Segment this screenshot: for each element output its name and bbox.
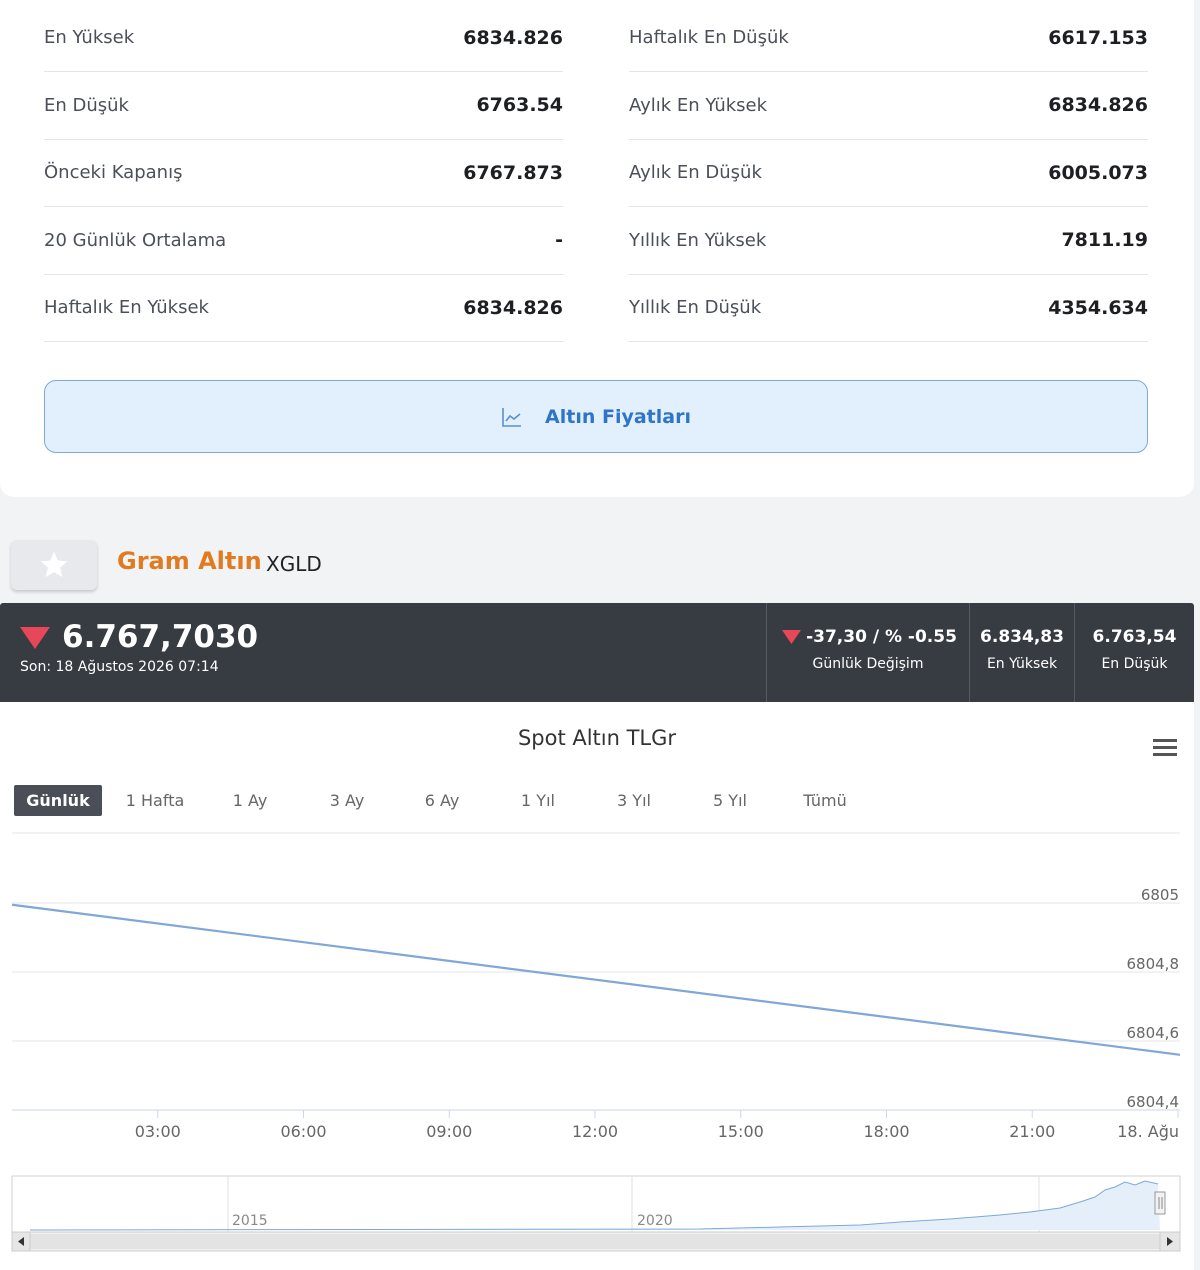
chart-panel: Spot Altın TLGr Günlük 1 Hafta 1 Ay 3 Ay 6 A… <box>0 702 1194 1270</box>
asset-name: Gram Altın <box>117 547 262 575</box>
scrollbar-thumb[interactable] <box>30 1234 1160 1249</box>
daily-change-value: -37,30 / % -0.55 <box>806 627 957 647</box>
stat-value: 7811.19 <box>1061 229 1148 251</box>
gold-prices-button[interactable]: Altın Fiyatları <box>44 380 1148 453</box>
x-tick-label: 15:00 <box>718 1122 764 1141</box>
stat-value: 6767.873 <box>463 161 563 184</box>
stat-label: En Yüksek <box>44 27 135 48</box>
y-tick-label: 6804,8 <box>1127 955 1180 973</box>
x-tick-label: 18. Ağu <box>1117 1122 1179 1141</box>
price-summary-bar: 6.767,7030 Son: 18 Ağustos 2026 07:14 -3… <box>0 603 1194 702</box>
stat-label: Yıllık En Yüksek <box>629 229 767 251</box>
y-tick-label: 6804,4 <box>1127 1093 1180 1111</box>
day-low-value: 6.763,54 <box>1092 627 1177 647</box>
stat-label: Aylık En Düşük <box>629 162 762 183</box>
x-tick-label: 12:00 <box>572 1122 618 1141</box>
asset-code: XGLD <box>266 552 322 576</box>
x-tick-label: 21:00 <box>1009 1122 1055 1141</box>
stat-label: Aylık En Yüksek <box>629 94 768 116</box>
day-high-label: En Yüksek <box>986 656 1058 672</box>
navigator-handle[interactable] <box>1154 1191 1166 1215</box>
daily-change-label: Günlük Değişim <box>812 656 924 672</box>
stat-value: 6834.826 <box>1048 94 1148 116</box>
stat-value: 6617.153 <box>1048 26 1148 49</box>
scroll-right-button[interactable] <box>1159 1231 1181 1252</box>
stat-row: En Düşük 6763.54 <box>44 72 563 140</box>
stat-row: Yıllık En Yüksek 7811.19 <box>629 207 1148 275</box>
stat-value: 6834.826 <box>463 26 563 49</box>
scroll-left-button[interactable] <box>11 1231 31 1252</box>
x-tick-label: 06:00 <box>280 1122 326 1141</box>
current-price: 6.767,7030 <box>62 619 259 655</box>
series-line <box>11 903 1181 1056</box>
y-tick-label: 6805 <box>1141 886 1179 904</box>
stat-value: 6005.073 <box>1048 161 1148 184</box>
stat-label: En Düşük <box>44 94 129 116</box>
x-tick-label: 03:00 <box>135 1122 181 1141</box>
gold-prices-label: Altın Fiyatları <box>545 405 691 428</box>
favorite-button[interactable] <box>11 540 97 590</box>
navigator-label: 2015 <box>232 1213 268 1229</box>
stat-value: 6834.826 <box>463 296 563 319</box>
stat-row: Önceki Kapanış 6767.873 <box>44 139 563 207</box>
navigator-label: 2020 <box>637 1213 673 1229</box>
stat-row: Aylık En Düşük 6005.073 <box>629 139 1148 207</box>
day-low-cell: 6.763,54 En Düşük <box>1074 603 1194 702</box>
last-update-time: Son: 18 Ağustos 2026 07:14 <box>20 659 219 675</box>
statistics-card: En Yüksek 6834.826 En Düşük 6763.54 Önceki K… <box>0 0 1194 497</box>
stat-value: - <box>555 229 563 251</box>
day-high-cell: 6.834,83 En Yüksek <box>969 603 1074 702</box>
stat-row: Haftalık En Yüksek 6834.826 <box>44 274 563 342</box>
stat-label: Yıllık En Düşük <box>629 297 762 318</box>
star-icon <box>40 551 68 577</box>
stat-row: En Yüksek 6834.826 <box>44 4 563 72</box>
stat-label: Önceki Kapanış <box>44 162 183 183</box>
stat-label: Haftalık En Düşük <box>629 27 789 48</box>
chart-navigator[interactable]: 2015 2020 2025 <box>11 1175 1181 1233</box>
stat-row: Haftalık En Düşük 6617.153 <box>629 4 1148 72</box>
stat-value: 6763.54 <box>476 94 563 116</box>
x-tick-label: 09:00 <box>426 1122 472 1141</box>
stat-row: Yıllık En Düşük 4354.634 <box>629 274 1148 342</box>
chart-scrollbar[interactable] <box>11 1231 1181 1252</box>
day-low-label: En Düşük <box>1101 656 1168 672</box>
y-tick-label: 6804,6 <box>1127 1024 1180 1042</box>
stat-value: 4354.634 <box>1048 296 1148 319</box>
stat-row: 20 Günlük Ortalama - <box>44 207 563 275</box>
stat-label: 20 Günlük Ortalama <box>44 229 227 251</box>
price-chart: 6805 6804,8 6804,6 6804,4 03:00 06:00 09:00 12… <box>11 832 1181 1252</box>
day-high-value: 6.834,83 <box>980 627 1064 647</box>
daily-change-cell: -37,30 / % -0.55 Günlük Değişim <box>766 603 969 702</box>
line-chart-icon <box>502 407 522 427</box>
stat-label: Haftalık En Yüksek <box>44 297 209 318</box>
down-arrow-icon <box>20 627 50 649</box>
x-tick-label: 18:00 <box>863 1122 909 1141</box>
stat-row: Aylık En Yüksek 6834.826 <box>629 72 1148 140</box>
